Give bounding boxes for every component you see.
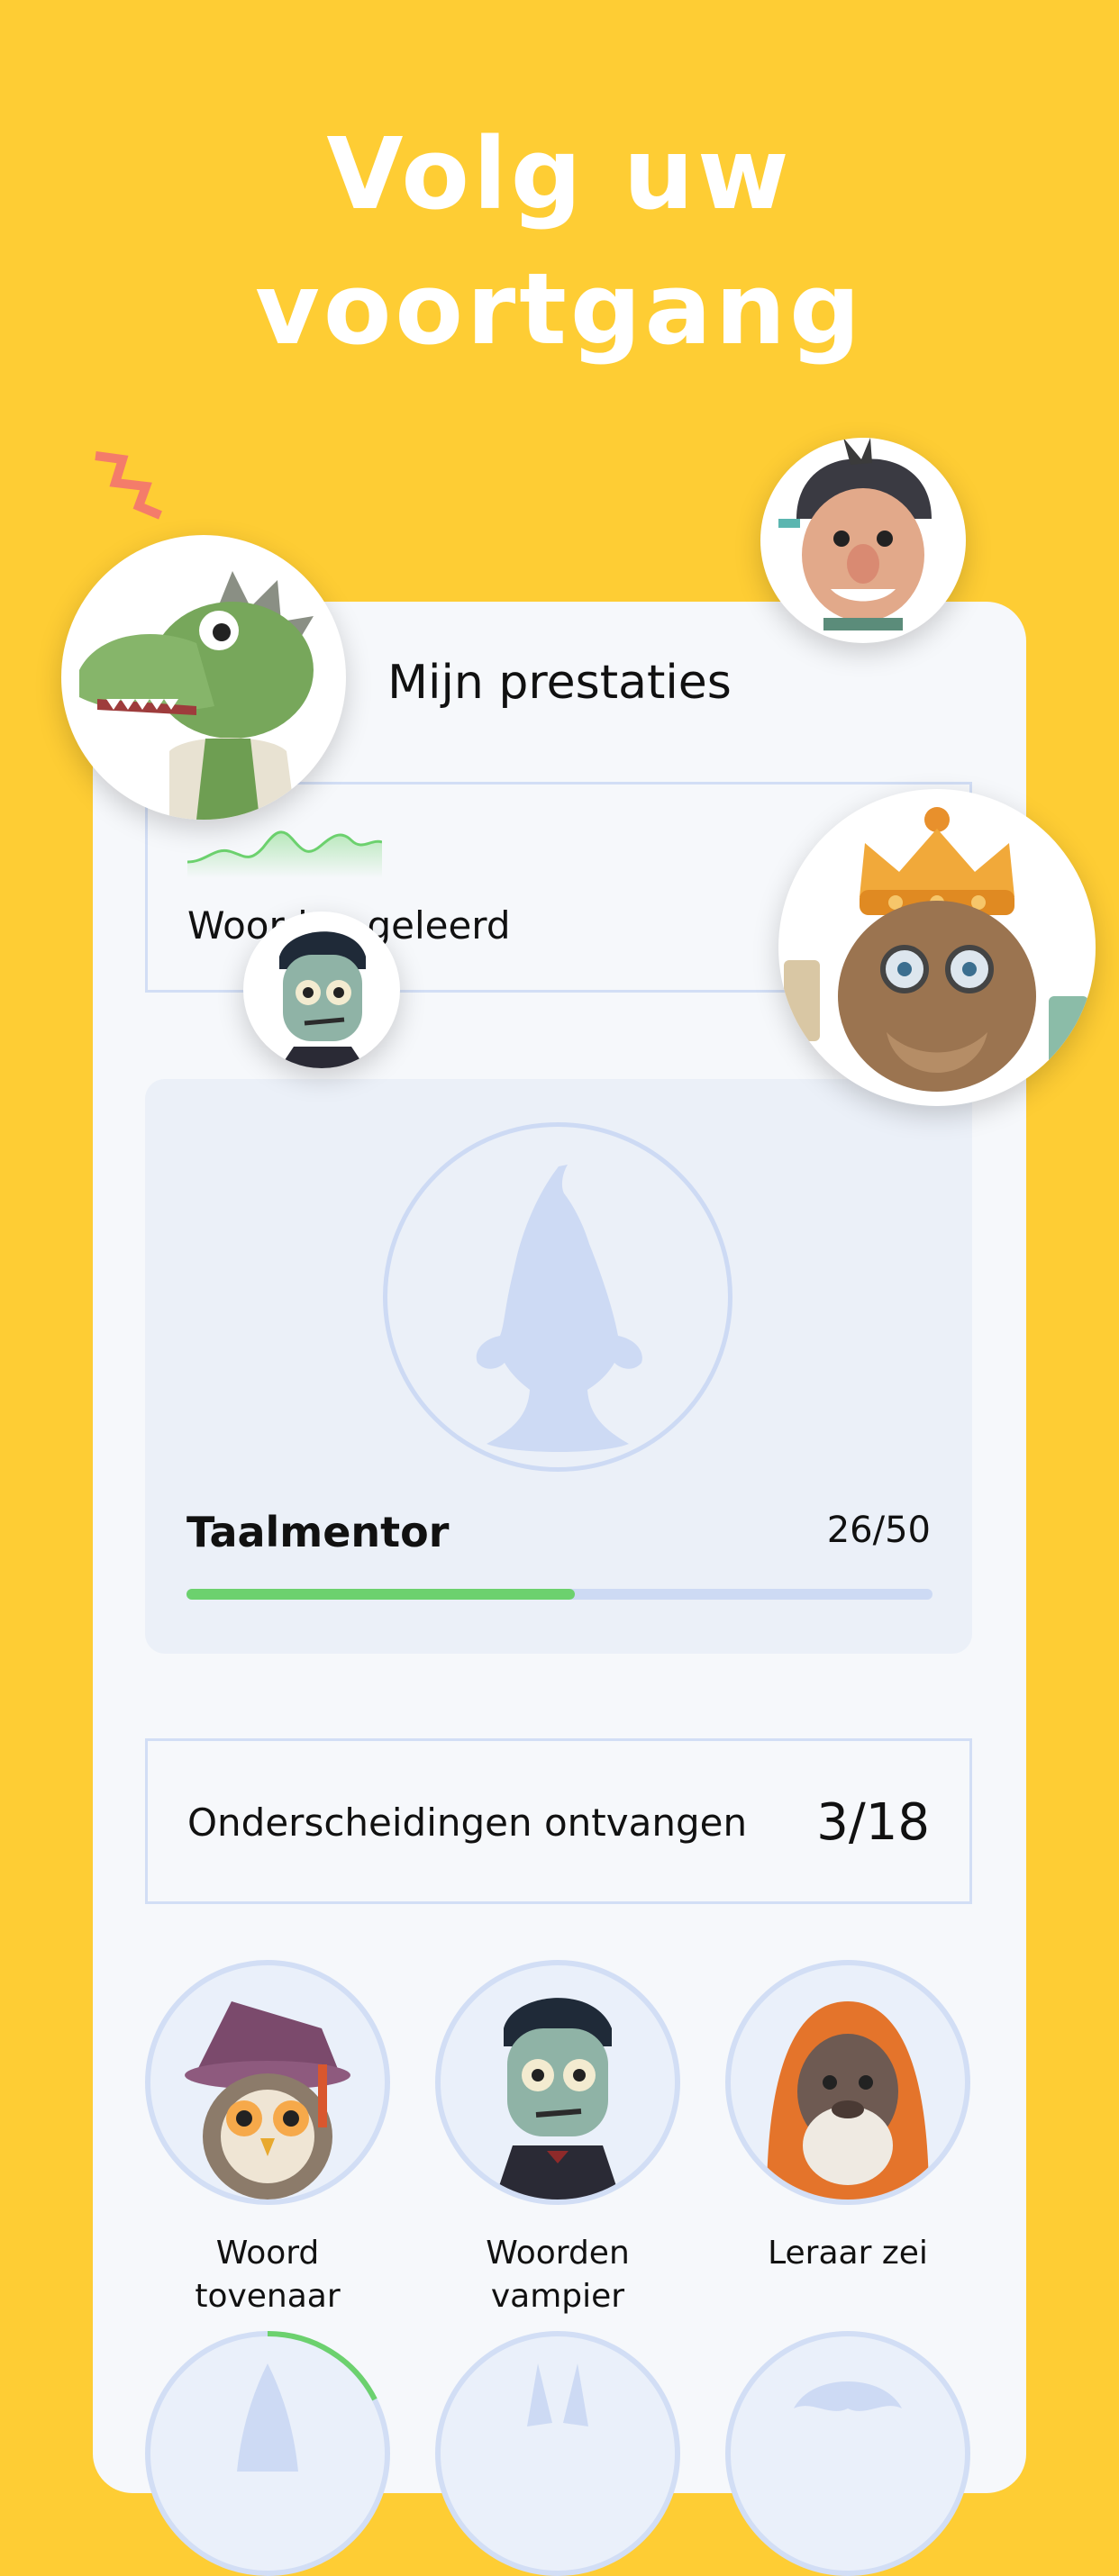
king-avatar <box>778 789 1096 1106</box>
badge-label: Woord tovenaar <box>195 2235 341 2315</box>
gnome-silhouette-icon <box>476 1165 642 1452</box>
badge-leraar-zei[interactable]: Leraar zei <box>725 1960 970 2275</box>
mentor-badge-outline <box>383 1122 732 1472</box>
awards-count: 3/18 <box>816 1793 930 1852</box>
headline-line-2: voortgang <box>255 251 864 367</box>
caveman-avatar-icon <box>778 438 932 630</box>
badge-circle <box>435 1960 680 2205</box>
awards-panel[interactable]: Onderscheidingen ontvangen 3/18 <box>145 1738 972 1904</box>
owl-wizard-icon <box>185 2001 350 2200</box>
caveman-avatar <box>760 438 966 643</box>
mentor-progress-fill <box>186 1589 575 1600</box>
zombie-avatar-icon <box>279 931 366 1068</box>
mentor-progress-bar <box>186 1589 932 1600</box>
badge-locked-3[interactable] <box>725 2331 970 2576</box>
badge-progress-ring-icon <box>267 2331 378 2401</box>
locked-badge-silhouette-icon <box>527 2363 588 2426</box>
badge-woord-tovenaar[interactable]: Woord tovenaar <box>145 1960 390 2318</box>
badge-locked-2[interactable] <box>435 2331 680 2576</box>
headline: Volg uw voortgang <box>0 106 1119 376</box>
mentor-name: Taalmentor <box>186 1508 450 1556</box>
badge-label: Woorden vampier <box>486 2235 630 2315</box>
zombie-avatar <box>243 912 400 1068</box>
badge-circle <box>725 1960 970 2205</box>
squiggle-decoration-icon <box>95 451 162 520</box>
words-sparkline-icon <box>187 830 382 878</box>
badge-locked-1[interactable] <box>145 2331 390 2576</box>
locked-badge-silhouette-icon <box>794 2381 902 2411</box>
king-avatar-icon <box>784 807 1088 1092</box>
badge-woorden-vampier[interactable]: Woorden vampier <box>435 1960 680 2318</box>
zombie-avatar-icon <box>495 1998 621 2200</box>
badge-circle <box>725 2331 970 2576</box>
badge-circle <box>435 2331 680 2576</box>
crocodile-avatar <box>61 535 346 820</box>
mentor-progress-panel[interactable]: Taalmentor 26/50 <box>145 1079 972 1654</box>
crocodile-avatar-icon <box>79 571 314 820</box>
awards-label: Onderscheidingen ontvangen <box>187 1800 748 1845</box>
headline-line-1: Volg uw <box>326 116 793 231</box>
badge-label: Leraar zei <box>768 2235 928 2272</box>
gorilla-teacher-icon <box>767 2001 929 2200</box>
mentor-count: 26/50 <box>826 1510 931 1551</box>
badge-circle <box>145 1960 390 2205</box>
